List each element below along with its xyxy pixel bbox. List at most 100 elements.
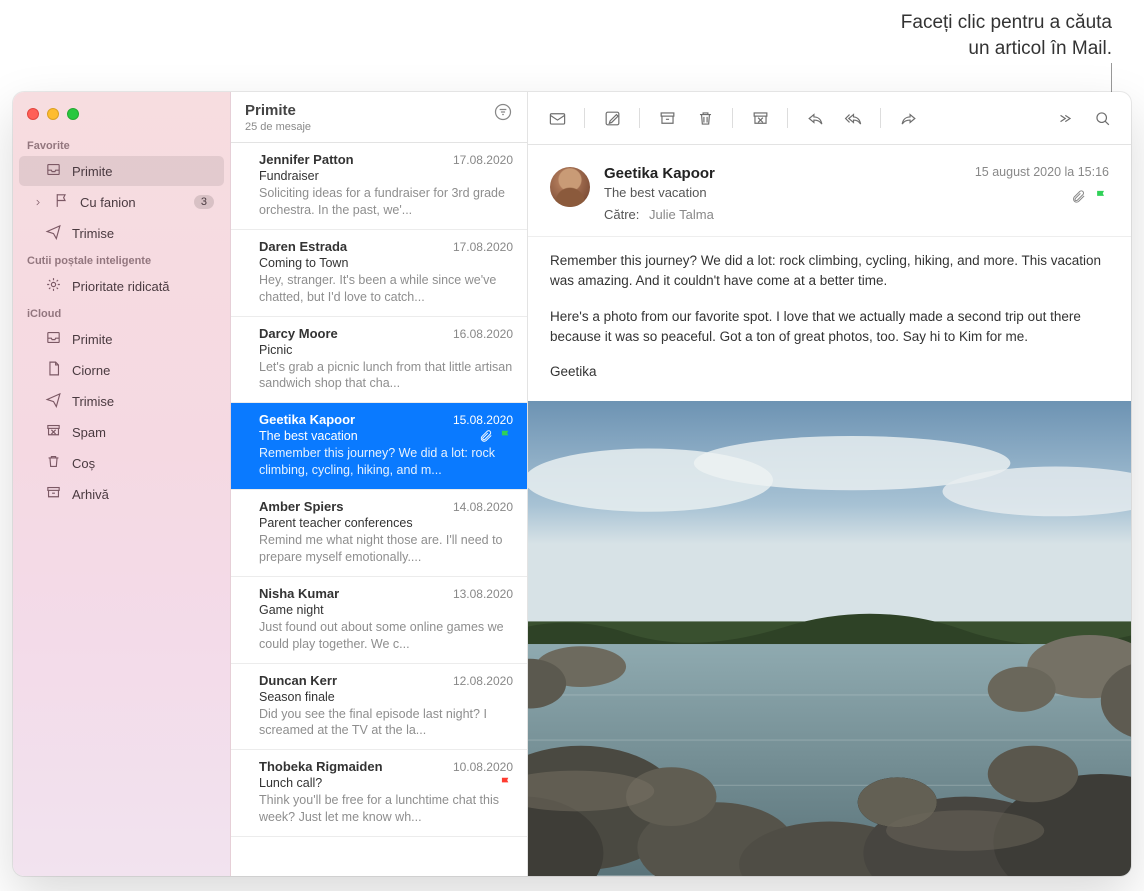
message-date: 12.08.2020 [453,674,513,688]
message-list-pane: Primite 25 de mesaje Jennifer Patton 17.… [231,92,528,876]
message-from: Duncan Kerr [259,673,337,688]
sidebar-item-label: Ciorne [72,363,214,378]
mailbox-count: 25 de mesaje [245,121,311,133]
search-button[interactable] [1085,103,1119,133]
message-from: Jennifer Patton [259,152,354,167]
message-preview: Soliciting ideas for a fundraiser for 3r… [259,185,513,219]
sidebar-item-primite[interactable]: Primite [19,156,224,186]
sidebar-item-primite[interactable]: Primite [19,324,224,354]
callout-text: Faceți clic pentru a căuta un articol în… [901,10,1112,61]
reply-button[interactable] [798,103,832,133]
message-list-header: Primite 25 de mesaje [231,92,527,143]
sidebar-item-coș[interactable]: Coș [19,448,224,478]
flag-icon [499,776,513,790]
sidebar-item-label: Prioritate ridicată [72,279,214,294]
sidebar-item-label: Trimise [72,226,214,241]
sidebar-item-trimise[interactable]: Trimise [19,218,224,248]
message-item[interactable]: Darcy Moore 16.08.2020 Picnic Let's grab… [231,317,527,404]
message-body: Remember this journey? We did a lot: roc… [528,241,1131,397]
sidebar-item-prioritate-ridicată[interactable]: Prioritate ridicată [19,271,224,301]
message-preview: Remind me what night those are. I'll nee… [259,532,513,566]
message-preview: Think you'll be free for a lunchtime cha… [259,792,513,826]
attachment-icon [1071,189,1086,204]
spam-icon [45,422,62,442]
sidebar-item-cu-fanion[interactable]: Cu fanion 3 [19,187,224,217]
sidebar-section-title: Cutii poștale inteligente [13,249,230,270]
message-item[interactable]: Thobeka Rigmaiden 10.08.2020 Lunch call?… [231,750,527,837]
forward-button[interactable] [891,103,925,133]
message-date: 17.08.2020 [453,153,513,167]
toolbar-separator [584,108,585,128]
sent-icon [45,223,62,243]
sidebar-section-title: iCloud [13,302,230,323]
content-pane: Geetika Kapoor The best vacation Către: … [528,92,1131,876]
inbox-icon [45,161,62,181]
get-mail-button[interactable] [540,103,574,133]
delete-button[interactable] [688,103,722,133]
message-item[interactable]: Duncan Kerr 12.08.2020 Season finale Did… [231,664,527,751]
more-button[interactable] [1047,103,1081,133]
message-subject: Fundraiser [259,169,507,183]
message-date: 17.08.2020 [453,240,513,254]
header-date: 15 august 2020 la 15:16 [939,165,1109,179]
draft-icon [45,360,62,380]
message-subject: Coming to Town [259,256,507,270]
message-header: Geetika Kapoor The best vacation Către: … [528,145,1131,237]
junk-button[interactable] [743,103,777,133]
header-to-value: Julie Talma [649,207,714,222]
flag-icon[interactable] [1094,189,1109,204]
sidebar-item-trimise[interactable]: Trimise [19,386,224,416]
message-item[interactable]: Geetika Kapoor 15.08.2020 The best vacat… [231,403,527,490]
sidebar-item-label: Trimise [72,394,214,409]
header-to: Către: Julie Talma [604,207,925,222]
archive-button[interactable] [650,103,684,133]
message-preview: Just found out about some online games w… [259,619,513,653]
sidebar-item-label: Primite [72,332,214,347]
message-item[interactable]: Amber Spiers 14.08.2020 Parent teacher c… [231,490,527,577]
maximize-button[interactable] [67,108,79,120]
mail-window: Favorite Primite Cu fanion 3 Trimise Cutii po… [13,92,1131,876]
filter-button[interactable] [493,102,513,125]
message-date: 15.08.2020 [453,413,513,427]
message-from: Darcy Moore [259,326,338,341]
message-date: 16.08.2020 [453,327,513,341]
toolbar-separator [880,108,881,128]
body-paragraph: Here's a photo from our favorite spot. I… [550,307,1109,348]
message-from: Geetika Kapoor [259,412,355,427]
message-item[interactable]: Daren Estrada 17.08.2020 Coming to Town … [231,230,527,317]
sidebar-section-title: Favorite [13,134,230,155]
message-subject: Season finale [259,690,507,704]
sidebar-item-arhivă[interactable]: Arhivă [19,479,224,509]
reply-all-button[interactable] [836,103,870,133]
message-from: Amber Spiers [259,499,344,514]
message-subject: Lunch call? [259,776,493,790]
message-from: Nisha Kumar [259,586,339,601]
sidebar-item-ciorne[interactable]: Ciorne [19,355,224,385]
minimize-button[interactable] [47,108,59,120]
message-preview: Did you see the final episode last night… [259,706,513,740]
header-to-label: Către: [604,207,639,222]
sidebar-badge: 3 [194,195,214,209]
flag-icon [499,429,513,443]
flag-icon [53,192,70,212]
sidebar-item-label: Cu fanion [80,195,184,210]
sidebar-item-spam[interactable]: Spam [19,417,224,447]
trash-icon [45,453,62,473]
message-item[interactable]: Nisha Kumar 13.08.2020 Game night Just f… [231,577,527,664]
avatar [550,167,590,207]
header-from: Geetika Kapoor [604,165,925,182]
attachment-icon [479,429,493,443]
callout-line-2: un articol în Mail. [901,36,1112,62]
archive-icon [45,484,62,504]
compose-button[interactable] [595,103,629,133]
sidebar-item-label: Spam [72,425,214,440]
close-button[interactable] [27,108,39,120]
toolbar-separator [639,108,640,128]
message-subject: Game night [259,603,507,617]
inbox-icon [45,329,62,349]
toolbar-separator [732,108,733,128]
toolbar-separator [787,108,788,128]
message-date: 10.08.2020 [453,760,513,774]
message-item[interactable]: Jennifer Patton 17.08.2020 Fundraiser So… [231,143,527,230]
sidebar-item-label: Primite [72,164,214,179]
